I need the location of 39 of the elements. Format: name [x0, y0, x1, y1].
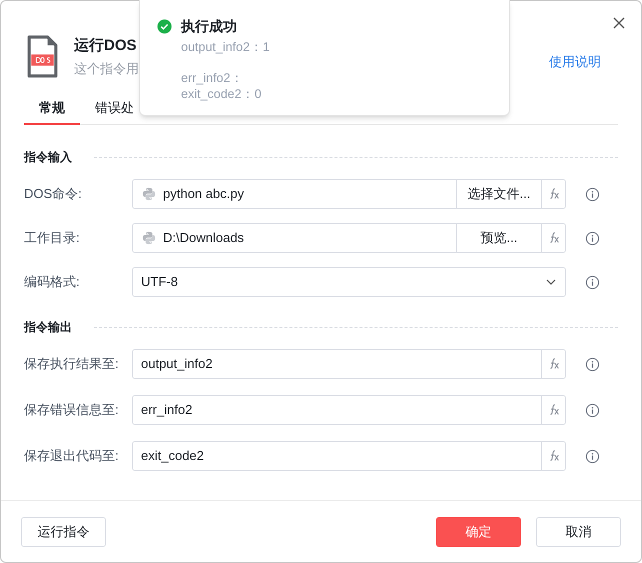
tab[interactable]: 错误处 — [80, 93, 149, 125]
info-icon[interactable] — [585, 402, 600, 418]
browse-button[interactable]: 预览... — [456, 224, 541, 252]
close-icon[interactable] — [613, 17, 625, 29]
python-icon — [142, 231, 156, 245]
field-label: 工作目录: — [24, 229, 81, 248]
input-field[interactable]: D:\Downloads 预览... — [132, 223, 566, 253]
info-icon[interactable] — [585, 274, 600, 290]
field-label: 编码格式: — [24, 273, 81, 292]
info-icon[interactable] — [585, 356, 600, 372]
dropdown[interactable]: UTF-8 — [132, 267, 566, 297]
chevron-down-icon — [546, 279, 556, 285]
section-title: 指令输入 — [24, 149, 72, 166]
toast-message: exit_code2：0 — [181, 86, 262, 102]
field-label: 保存执行结果至: — [24, 355, 120, 374]
tab[interactable]: 常规 — [24, 93, 80, 125]
toast-message: err_info2： — [181, 71, 244, 86]
toast-message: output_info2：1 — [181, 40, 271, 56]
run-button[interactable]: 运行指令 — [21, 516, 106, 546]
cancel-button[interactable]: 取消 — [536, 516, 621, 546]
dialog-subtitle: 这个指令用 — [74, 60, 139, 78]
help-link[interactable]: 使用说明 — [549, 52, 601, 72]
input-field[interactable]: err_info2 — [132, 395, 566, 425]
section-title: 指令输出 — [24, 319, 72, 336]
dialog-title: 运行DOS — [74, 36, 138, 56]
input-field[interactable]: output_info2 — [132, 349, 566, 379]
browse-button[interactable]: 选择文件... — [456, 180, 541, 208]
input-field[interactable]: exit_code2 — [132, 441, 566, 471]
field-label: 保存退出代码至: — [24, 447, 120, 466]
info-icon[interactable] — [585, 448, 600, 464]
toast-title: 执行成功 — [181, 17, 237, 36]
input-field[interactable]: python abc.py 选择文件... — [132, 179, 566, 209]
success-icon — [157, 19, 172, 34]
info-icon[interactable] — [585, 230, 600, 246]
python-icon — [142, 187, 156, 201]
field-label: DOS命令: — [24, 185, 83, 204]
file-icon — [27, 35, 58, 78]
info-icon[interactable] — [585, 186, 600, 202]
field-label: 保存错误信息至: — [24, 401, 120, 420]
